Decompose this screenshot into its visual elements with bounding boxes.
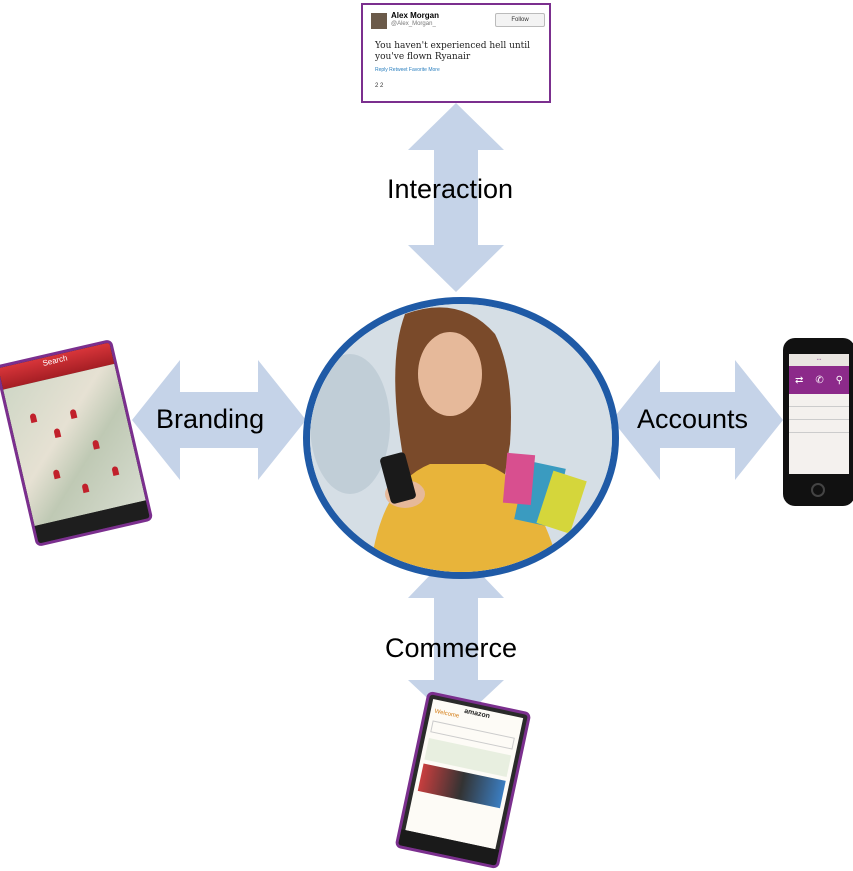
map-pin-icon	[29, 412, 38, 424]
tweet-actions[interactable]: Reply Retweet Favorite More	[375, 67, 440, 73]
map-pin-icon	[91, 439, 100, 450]
map-pin-icon	[69, 408, 78, 419]
phone-icon: ✆	[815, 374, 824, 386]
accounts-phone-screenshot: ⋯ ⇄ ✆ ⚲	[783, 338, 853, 506]
phone-screen: ⋯ ⇄ ✆ ⚲	[789, 354, 849, 474]
map-pin-icon	[111, 465, 120, 476]
map-pin-icon	[53, 427, 62, 439]
map-pin-icon	[81, 483, 90, 494]
app-header: ⋯	[789, 354, 849, 366]
woman-illustration	[310, 304, 612, 572]
action-icons: ⇄ ✆ ⚲	[789, 366, 849, 394]
avatar	[371, 13, 387, 29]
location-pin-icon: ⚲	[835, 374, 843, 386]
follow-button[interactable]: Follow	[495, 13, 545, 27]
tweet-stats: 2 2	[375, 83, 384, 89]
branding-label: Branding	[156, 404, 265, 434]
tweet-author-name: Alex Morgan	[391, 11, 440, 20]
accounts-label: Accounts	[637, 404, 749, 434]
tweet-text: You haven't experienced hell until you'v…	[375, 41, 531, 62]
tweet-author-handle: @Alex_Morgan_	[391, 21, 436, 27]
account-row	[789, 420, 849, 433]
account-row	[789, 407, 849, 420]
phone-screen: amazon Welcome	[405, 699, 524, 850]
tweet-card: Alex Morgan @Alex_Morgan_ Follow You hav…	[361, 3, 551, 103]
interaction-label: Interaction	[387, 174, 514, 204]
map-pin-icon	[52, 469, 61, 480]
woman-with-phone-image	[303, 297, 619, 579]
transfer-icon: ⇄	[794, 374, 804, 386]
commerce-label: Commerce	[385, 633, 518, 663]
home-button	[811, 483, 825, 497]
account-row	[789, 394, 849, 407]
